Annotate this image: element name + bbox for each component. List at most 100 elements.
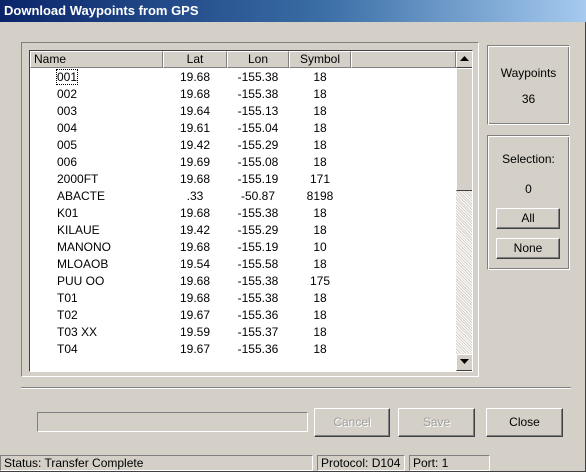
waypoint-lon: -155.36 xyxy=(237,308,279,322)
waypoint-lon: -155.58 xyxy=(237,257,279,271)
waypoint-lon: -155.19 xyxy=(237,240,279,254)
arrow-down-icon xyxy=(460,359,469,364)
table-row[interactable]: KILAUE 19.42 -155.29 18 xyxy=(30,222,456,239)
waypoint-name: PUU OO xyxy=(57,274,105,288)
select-all-button[interactable]: All xyxy=(496,208,560,229)
waypoint-lon: -155.19 xyxy=(237,172,279,186)
separator xyxy=(21,387,571,389)
table-row[interactable]: 004 19.61 -155.04 18 xyxy=(30,120,456,137)
progress-bar xyxy=(37,412,308,432)
column-header-name[interactable]: Name xyxy=(30,51,163,68)
waypoint-list[interactable]: Name Lat Lon Symbol 001 19.68 -155.38 18 002… xyxy=(29,50,473,372)
waypoint-symbol: 18 xyxy=(313,155,327,169)
waypoint-lat: 19.68 xyxy=(179,240,211,254)
list-header: Name Lat Lon Symbol xyxy=(30,51,456,68)
waypoint-name: 004 xyxy=(57,121,78,135)
waypoints-count: 36 xyxy=(521,92,536,106)
waypoint-symbol: 175 xyxy=(309,274,331,288)
table-row[interactable]: 002 19.68 -155.38 18 xyxy=(30,86,456,103)
waypoint-lat: 19.54 xyxy=(179,257,211,271)
table-row[interactable]: MANONO 19.68 -155.19 10 xyxy=(30,239,456,256)
vertical-scrollbar[interactable] xyxy=(456,51,472,371)
waypoint-lon: -155.13 xyxy=(237,104,279,118)
waypoint-symbol: 18 xyxy=(313,87,327,101)
waypoint-name: 005 xyxy=(57,138,78,152)
waypoints-label: Waypoints xyxy=(500,66,557,80)
waypoints-panel: Waypoints 36 xyxy=(487,45,570,125)
table-row[interactable]: ABACTE .33 -50.87 8198 xyxy=(30,188,456,205)
waypoint-lon: -50.87 xyxy=(240,189,276,203)
waypoint-lat: 19.69 xyxy=(179,155,211,169)
waypoint-name: 001 xyxy=(55,69,79,85)
status-text: Status: Transfer Complete xyxy=(0,455,313,471)
waypoint-symbol: 18 xyxy=(313,291,327,305)
waypoint-lon: -155.29 xyxy=(237,223,279,237)
selection-label: Selection: xyxy=(502,152,555,166)
table-row[interactable]: 003 19.64 -155.13 18 xyxy=(30,103,456,120)
waypoint-lat: 19.68 xyxy=(179,87,211,101)
waypoint-lon: -155.38 xyxy=(237,87,279,101)
waypoint-lat: .33 xyxy=(186,189,204,203)
waypoint-lat: 19.68 xyxy=(179,70,211,84)
waypoint-symbol: 18 xyxy=(313,121,327,135)
waypoint-name: 002 xyxy=(57,87,78,101)
table-row[interactable]: 006 19.69 -155.08 18 xyxy=(30,154,456,171)
select-none-button[interactable]: None xyxy=(496,238,560,259)
status-bar: Status: Transfer Complete Protocol: D104… xyxy=(0,454,586,472)
waypoint-symbol: 18 xyxy=(313,206,327,220)
waypoint-name: T04 xyxy=(57,342,78,356)
table-row[interactable]: PUU OO 19.68 -155.38 175 xyxy=(30,273,456,290)
column-header-lat[interactable]: Lat xyxy=(163,51,227,68)
close-button[interactable]: Close xyxy=(486,408,563,437)
waypoint-lon: -155.38 xyxy=(237,274,279,288)
column-header-lon[interactable]: Lon xyxy=(227,51,289,68)
selection-count: 0 xyxy=(525,182,532,196)
waypoint-lat: 19.68 xyxy=(179,172,211,186)
waypoint-symbol: 18 xyxy=(313,257,327,271)
table-row[interactable]: T04 19.67 -155.36 18 xyxy=(30,341,456,358)
waypoint-symbol: 18 xyxy=(313,342,327,356)
waypoint-lon: -155.38 xyxy=(237,70,279,84)
waypoint-lon: -155.04 xyxy=(237,121,279,135)
waypoint-symbol: 10 xyxy=(313,240,327,254)
table-row[interactable]: 005 19.42 -155.29 18 xyxy=(30,137,456,154)
table-row[interactable]: 001 19.68 -155.38 18 xyxy=(30,69,456,86)
selection-panel: Selection: 0 All None xyxy=(487,135,570,270)
table-row[interactable]: T01 19.68 -155.38 18 xyxy=(30,290,456,307)
table-row[interactable]: MLOAOB 19.54 -155.58 18 xyxy=(30,256,456,273)
waypoint-name: MANONO xyxy=(57,240,111,254)
save-button[interactable]: Save xyxy=(398,408,475,437)
table-row[interactable]: 2000FT 19.68 -155.19 171 xyxy=(30,171,456,188)
waypoint-lat: 19.67 xyxy=(179,308,211,322)
table-row[interactable]: T02 19.67 -155.36 18 xyxy=(30,307,456,324)
status-protocol: Protocol: D104 xyxy=(317,455,405,471)
waypoint-lat: 19.59 xyxy=(179,325,211,339)
column-header-symbol[interactable]: Symbol xyxy=(289,51,351,68)
waypoint-lat: 19.64 xyxy=(179,104,211,118)
status-port: Port: 1 xyxy=(409,455,490,471)
table-row[interactable]: T03 XX 19.59 -155.37 18 xyxy=(30,324,456,341)
waypoint-name: T01 xyxy=(57,291,78,305)
scroll-thumb[interactable] xyxy=(456,68,472,191)
scroll-down-button[interactable] xyxy=(456,354,472,371)
waypoint-lon: -155.37 xyxy=(237,325,279,339)
scroll-up-button[interactable] xyxy=(456,51,472,68)
waypoint-symbol: 8198 xyxy=(306,189,334,203)
waypoint-symbol: 18 xyxy=(313,325,327,339)
waypoint-name: 003 xyxy=(57,104,78,118)
download-waypoints-dialog: Download Waypoints from GPS Name Lat Lon… xyxy=(0,0,586,472)
waypoint-symbol: 18 xyxy=(313,308,327,322)
waypoint-name: T03 XX xyxy=(57,325,98,339)
waypoint-name: MLOAOB xyxy=(57,257,109,271)
waypoint-lat: 19.61 xyxy=(179,121,211,135)
list-rows: 001 19.68 -155.38 18 002 19.68 -155.38 18 003 19.… xyxy=(30,69,456,358)
table-row[interactable]: K01 19.68 -155.38 18 xyxy=(30,205,456,222)
cancel-button[interactable]: Cancel xyxy=(314,408,390,437)
waypoint-lat: 19.42 xyxy=(179,223,211,237)
arrow-up-icon xyxy=(460,56,469,61)
waypoint-lat: 19.68 xyxy=(179,291,211,305)
waypoint-name: 2000FT xyxy=(57,172,99,186)
waypoint-name: 006 xyxy=(57,155,78,169)
waypoint-lon: -155.08 xyxy=(237,155,279,169)
waypoint-lon: -155.36 xyxy=(237,342,279,356)
